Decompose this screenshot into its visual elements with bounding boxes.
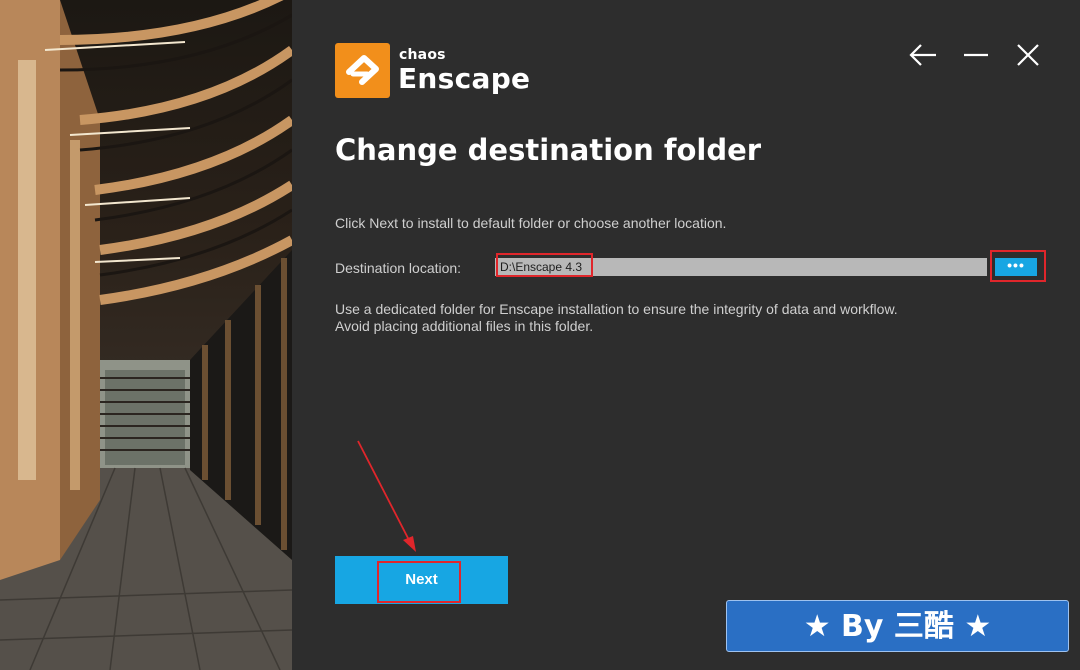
minimize-button[interactable] — [960, 40, 992, 70]
back-button[interactable] — [908, 40, 940, 70]
page-title: Change destination folder — [335, 133, 762, 167]
brand-name: Enscape — [398, 62, 531, 95]
destination-label: Destination location: — [335, 260, 462, 276]
note-line-1: Use a dedicated folder for Enscape insta… — [335, 301, 898, 317]
watermark-badge: ★ By 三酷 ★ — [726, 600, 1069, 652]
enscape-logo — [335, 43, 390, 98]
destination-path-input[interactable] — [495, 258, 987, 276]
note-line-2: Avoid placing additional files in this f… — [335, 318, 594, 334]
close-icon — [1017, 44, 1039, 66]
installer-window: chaos Enscape Change destination folder … — [0, 0, 1080, 670]
minimize-icon — [964, 53, 988, 57]
hero-image — [0, 0, 292, 670]
arrow-left-icon — [909, 44, 936, 66]
close-button[interactable] — [1012, 40, 1044, 70]
next-button[interactable]: Next — [335, 556, 508, 604]
browse-button[interactable]: ••• — [995, 258, 1037, 276]
folder-note: Use a dedicated folder for Enscape insta… — [335, 301, 898, 335]
brand-small-text: chaos — [399, 47, 446, 63]
instruction-text: Click Next to install to default folder … — [335, 215, 727, 231]
